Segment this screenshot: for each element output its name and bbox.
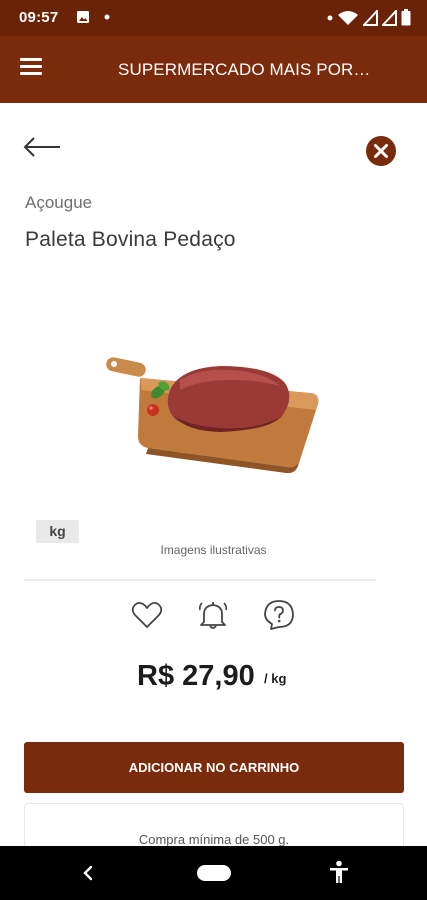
dot-icon	[104, 14, 110, 20]
wifi-icon	[338, 10, 358, 25]
price-unit: / kg	[264, 671, 287, 686]
image-disclaimer: Imagens ilustrativas	[160, 543, 267, 557]
heart-icon	[131, 601, 163, 628]
close-circle-icon	[366, 136, 396, 166]
accessibility-icon	[330, 860, 348, 883]
signal-icon	[382, 9, 397, 26]
divider	[24, 579, 376, 581]
bell-icon	[198, 602, 228, 629]
price-alert-button[interactable]	[196, 598, 230, 632]
product-category: Açougue	[25, 193, 93, 212]
add-to-cart-button[interactable]: ADICIONAR NO CARRINHO	[24, 742, 404, 793]
hamburger-menu-icon[interactable]	[20, 58, 46, 80]
status-system-icons	[327, 9, 411, 26]
status-notification-icons	[76, 10, 110, 24]
close-button[interactable]	[365, 135, 397, 167]
signal-icon	[363, 9, 378, 26]
battery-icon	[401, 9, 411, 26]
image-icon	[77, 11, 89, 23]
arrow-left-icon	[23, 137, 60, 157]
app-title: SUPERMERCADO MAIS POR…	[118, 60, 371, 79]
nav-back-button[interactable]	[78, 862, 98, 884]
min-purchase-text: Compra mínima de 500 g.	[138, 832, 290, 847]
status-time: 09:57	[19, 9, 59, 26]
dot-icon	[327, 15, 333, 20]
min-purchase-card: Compra mínima de 500 g.	[24, 803, 404, 848]
question-bubble-icon	[264, 600, 294, 630]
accessibility-button[interactable]	[328, 860, 350, 884]
unit-badge: kg	[36, 520, 79, 543]
system-navigation-bar	[0, 846, 427, 900]
product-price: R$ 27,90	[137, 660, 255, 692]
product-image	[106, 357, 319, 473]
product-name: Paleta Bovina Pedaço	[25, 228, 236, 251]
favorite-button[interactable]	[130, 598, 164, 632]
status-bar: 09:57	[0, 0, 427, 36]
back-button[interactable]	[22, 133, 62, 161]
help-button[interactable]	[262, 598, 296, 632]
app-bar: SUPERMERCADO MAIS POR…	[0, 36, 427, 103]
chevron-left-icon	[83, 865, 93, 881]
nav-home-button[interactable]	[197, 865, 231, 881]
product-detail-sheet: Açougue Paleta Bovina Pedaço kg Imagens …	[0, 103, 427, 848]
